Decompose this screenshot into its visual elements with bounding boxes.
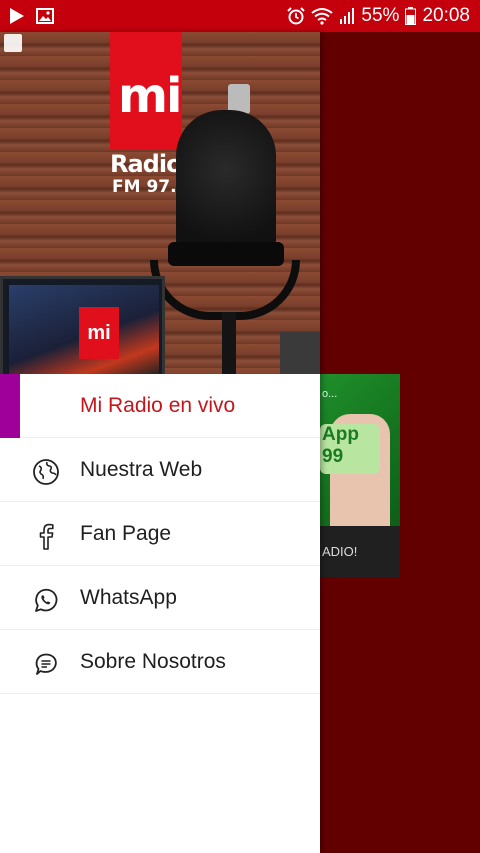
microphone-icon	[176, 110, 276, 260]
menu-item-label: Nuestra Web	[80, 457, 203, 481]
background-ad-card: o... App 99 ADIO!	[320, 374, 400, 577]
mi-radio-logo: mi	[110, 32, 182, 150]
menu-item-mi-radio-en-vivo[interactable]: Mi Radio en vivo	[0, 374, 320, 438]
menu-item-label: Fan Page	[80, 521, 172, 545]
mic-stand	[222, 312, 236, 374]
battery-icon	[405, 7, 417, 25]
whatsapp-icon	[32, 586, 60, 614]
wifi-icon	[311, 7, 334, 25]
studio-gear	[280, 332, 320, 374]
play-icon	[10, 8, 24, 24]
laptop: mi	[0, 276, 165, 374]
facebook-icon	[32, 522, 60, 550]
corner-mark-icon	[4, 34, 22, 52]
menu-item-nuestra-web[interactable]: Nuestra Web	[0, 438, 320, 502]
status-bar: 55% 20:08	[0, 0, 480, 32]
menu-item-sobre-nosotros[interactable]: Sobre Nosotros	[0, 630, 320, 694]
ad-phone-graphic: App 99	[320, 424, 380, 474]
brand-line-1: Radio	[110, 150, 183, 178]
ad-dots-text: o...	[322, 388, 338, 400]
laptop-logo: mi	[79, 307, 119, 359]
battery-percent: 55%	[361, 5, 400, 26]
signal-icon	[339, 8, 355, 24]
menu-item-label: Mi Radio en vivo	[80, 393, 236, 417]
globe-icon	[32, 458, 60, 486]
drawer-header-image: mi Radio FM 97.3 mi	[0, 32, 320, 374]
menu-item-whatsapp[interactable]: WhatsApp	[0, 566, 320, 630]
navigation-drawer: mi Radio FM 97.3 mi Mi Radio en vivo Nue…	[0, 32, 320, 853]
alarm-icon	[287, 7, 306, 25]
menu-item-label: WhatsApp	[80, 585, 177, 609]
menu-item-label: Sobre Nosotros	[80, 649, 226, 673]
ad-cta-text: ADIO!	[320, 526, 400, 577]
menu-item-fan-page[interactable]: Fan Page	[0, 502, 320, 566]
logo-text: mi	[118, 68, 182, 124]
clock: 20:08	[422, 5, 470, 26]
drawer-menu: Mi Radio en vivo Nuestra Web Fan Page Wh…	[0, 374, 320, 694]
chat-bubble-icon	[32, 650, 60, 678]
image-icon	[36, 8, 54, 24]
active-indicator	[0, 374, 20, 438]
